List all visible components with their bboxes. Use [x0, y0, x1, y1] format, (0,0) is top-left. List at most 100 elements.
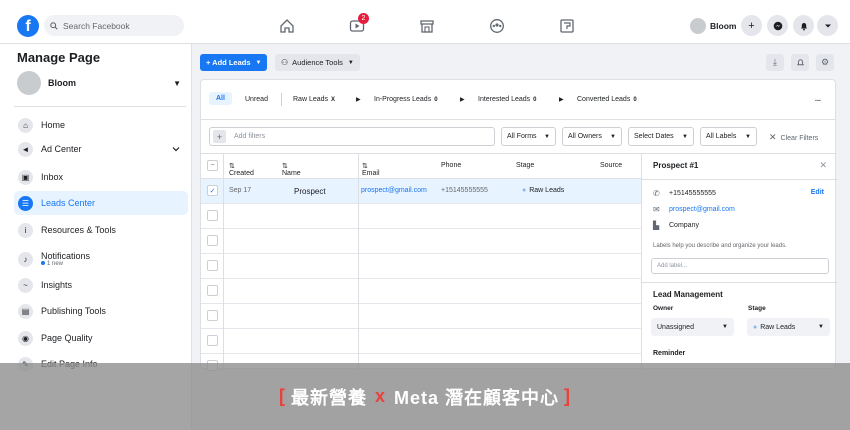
- col-stage: Stage: [516, 162, 535, 169]
- leads-panel: All Unread Raw Leads X ▶ In-Progress Lead…: [200, 79, 838, 371]
- create-plus-icon[interactable]: +: [741, 15, 762, 36]
- cell-phone: +15145555555: [441, 187, 488, 194]
- row-checkbox[interactable]: [207, 210, 218, 221]
- publishing-icon: ▤: [18, 303, 33, 319]
- mail-icon: ✉: [653, 205, 660, 214]
- add-filters-input[interactable]: + Add filters: [209, 127, 495, 146]
- caret-down-icon: ▼: [347, 59, 354, 66]
- select-dates-dropdown[interactable]: Select Dates ▼: [628, 127, 694, 146]
- settings-gear-icon[interactable]: ⚙: [816, 54, 834, 71]
- col-name[interactable]: Name ⇅: [282, 162, 301, 177]
- col-email[interactable]: Email ⇅: [362, 162, 380, 177]
- stage-tabs: All Unread Raw Leads X ▶ In-Progress Lead…: [201, 80, 835, 120]
- column-divider: [358, 154, 359, 370]
- quality-icon: ◉: [18, 330, 33, 346]
- profile-name: Bloom: [710, 21, 737, 31]
- stage-select[interactable]: ● Raw Leads ▼: [747, 318, 830, 336]
- table-row[interactable]: [201, 204, 641, 229]
- building-icon: ▙: [653, 221, 660, 230]
- audience-tools-button[interactable]: ⚇ Audience Tools ▼: [275, 54, 360, 71]
- sidebar-divider: [14, 106, 186, 107]
- table-row[interactable]: [201, 329, 641, 354]
- tab-divider: [281, 93, 282, 106]
- bell-icon: ♪: [18, 251, 33, 267]
- sidebar-item-label: Home: [41, 120, 66, 130]
- add-label-input[interactable]: Add label...: [651, 258, 829, 274]
- lead-phone: ✆ +15145555555: [653, 189, 716, 198]
- sidebar-item-resources-tools[interactable]: i Resources & Tools: [14, 218, 188, 242]
- table-row[interactable]: [201, 304, 641, 329]
- all-labels-dropdown[interactable]: All Labels ▼: [700, 127, 757, 146]
- top-bar: f Search Facebook 2 Bloom +: [0, 0, 850, 44]
- close-icon: ✕: [769, 132, 777, 142]
- chevron-down-icon[interactable]: [172, 145, 180, 153]
- info-icon: i: [18, 222, 33, 238]
- facebook-logo-icon[interactable]: f: [17, 15, 39, 37]
- labels-help-text: Labels help you describe and organize yo…: [653, 243, 787, 249]
- sidebar-item-inbox[interactable]: ▣ Inbox: [14, 165, 188, 189]
- sidebar-item-page-quality[interactable]: ◉ Page Quality: [14, 326, 188, 350]
- row-checkbox[interactable]: ✓: [207, 185, 218, 196]
- tab-raw-leads[interactable]: Raw Leads X: [293, 96, 335, 103]
- table-row[interactable]: [201, 229, 641, 254]
- tab-in-progress-leads[interactable]: In-Progress Leads 0: [374, 96, 438, 103]
- groups-nav-icon[interactable]: [489, 18, 505, 34]
- notifications-bell-icon[interactable]: [793, 15, 814, 36]
- sidebar-item-home[interactable]: ⌂ Home: [14, 113, 188, 137]
- all-forms-dropdown[interactable]: All Forms ▼: [501, 127, 556, 146]
- home-icon: ⌂: [18, 117, 33, 133]
- all-owners-dropdown[interactable]: All Owners ▼: [562, 127, 622, 146]
- row-checkbox[interactable]: [207, 310, 218, 321]
- tab-all[interactable]: All: [209, 92, 232, 105]
- search-placeholder: Search Facebook: [63, 20, 130, 31]
- table-row[interactable]: [201, 279, 641, 304]
- cell-stage: ● Raw Leads: [522, 187, 565, 194]
- avatar: [690, 18, 706, 34]
- row-checkbox[interactable]: [207, 235, 218, 246]
- caret-down-icon: ▼: [255, 59, 262, 66]
- leads-table: − Created ⇅ Name ⇅ Email ⇅ Phone Stage S…: [201, 154, 641, 371]
- download-icon[interactable]: ⤓: [766, 54, 784, 71]
- edit-button[interactable]: Edit: [811, 189, 824, 196]
- add-leads-button[interactable]: + Add Leads ▼: [200, 54, 268, 71]
- search-icon: [50, 21, 58, 30]
- select-all-checkbox[interactable]: −: [207, 160, 218, 171]
- row-checkbox[interactable]: [207, 260, 218, 271]
- sidebar-item-notifications[interactable]: ♪ Notifications 1 new: [14, 245, 188, 273]
- col-source: Source: [600, 162, 623, 169]
- cell-email[interactable]: prospect@gmail.com: [361, 187, 427, 194]
- divider: [642, 282, 838, 283]
- bell-outline-icon[interactable]: [791, 54, 809, 71]
- account-chevron-down-icon[interactable]: [817, 15, 838, 36]
- divider: [642, 179, 838, 180]
- owner-select[interactable]: Unassigned ▼: [651, 318, 734, 336]
- sidebar-item-insights[interactable]: ~ Insights: [14, 273, 188, 297]
- marketplace-nav-icon[interactable]: [419, 18, 435, 34]
- messenger-icon[interactable]: [767, 15, 788, 36]
- sidebar-item-publishing-tools[interactable]: ▤ Publishing Tools: [14, 299, 188, 323]
- close-icon[interactable]: ✕: [819, 160, 827, 171]
- page-name: Bloom: [48, 78, 76, 88]
- row-checkbox[interactable]: [207, 285, 218, 296]
- col-created[interactable]: Created ⇅: [229, 162, 254, 177]
- tab-converted-leads[interactable]: Converted Leads 0: [577, 96, 637, 103]
- page-selector[interactable]: Bloom ▼: [17, 70, 187, 96]
- lead-email[interactable]: ✉ prospect@gmail.com: [653, 205, 735, 214]
- table-row[interactable]: ✓ Sep 17 Prospect prospect@gmail.com +15…: [201, 179, 641, 204]
- tab-interested-leads[interactable]: Interested Leads 0: [478, 96, 537, 103]
- sidebar-item-ad-center[interactable]: ◄ Ad Center: [14, 137, 188, 161]
- search-input[interactable]: Search Facebook: [44, 15, 184, 36]
- home-nav-icon[interactable]: [279, 18, 295, 34]
- reminder-heading: Reminder: [653, 350, 686, 357]
- banner-text-part1: 最新營養: [290, 387, 367, 408]
- clear-filters-button[interactable]: ✕ Clear Filters: [769, 132, 818, 143]
- table-row[interactable]: [201, 254, 641, 279]
- sidebar-item-leads-center[interactable]: ☰ Leads Center: [14, 191, 188, 215]
- gaming-nav-icon[interactable]: [559, 18, 575, 34]
- profile-chip[interactable]: Bloom: [690, 16, 736, 36]
- lead-company: ▙ Company: [653, 221, 699, 230]
- row-checkbox[interactable]: [207, 335, 218, 346]
- tab-unread[interactable]: Unread: [245, 96, 268, 103]
- owner-label: Owner: [653, 305, 674, 312]
- more-options-icon[interactable]: ...: [815, 96, 821, 103]
